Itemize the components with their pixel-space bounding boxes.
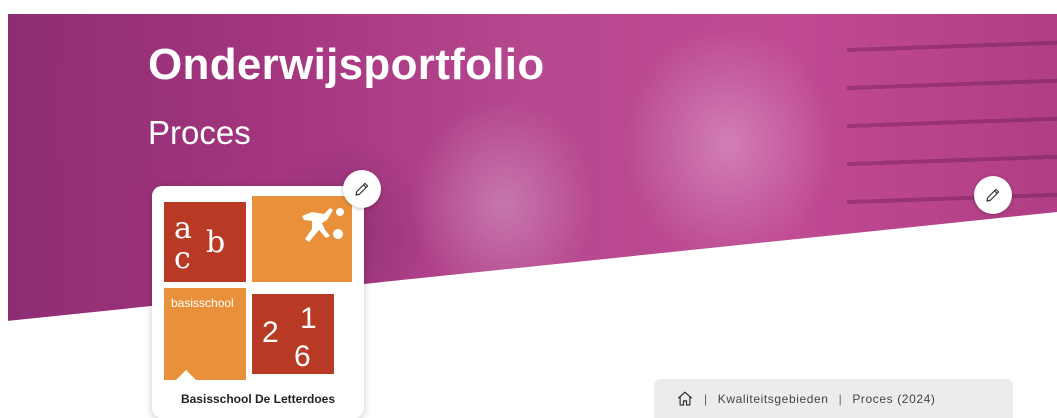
- logo-tile-orange-top: [252, 196, 352, 282]
- breadcrumb-item-proces[interactable]: Proces (2024): [852, 392, 935, 406]
- breadcrumb-separator: |: [704, 391, 708, 406]
- school-logo-card: a b c basisschool 2 1 6 Basisschool De L…: [152, 186, 364, 418]
- page-subtitle: Proces: [148, 114, 251, 151]
- school-logo: a b c basisschool 2 1 6: [164, 196, 352, 380]
- school-name: Basisschool De Letterdoes: [180, 392, 336, 406]
- home-icon: [677, 391, 693, 406]
- pencil-icon: [355, 182, 369, 196]
- logo-letter-b: b: [206, 225, 225, 260]
- pencil-icon: [986, 188, 1000, 202]
- breadcrumb-item-kwaliteitsgebieden[interactable]: Kwaliteitsgebieden: [718, 392, 829, 406]
- breadcrumb-separator: |: [838, 391, 843, 406]
- page-title: Onderwijsportfolio: [148, 40, 545, 89]
- logo-digit-6: 6: [294, 340, 311, 373]
- logo-digit-1: 1: [300, 302, 317, 335]
- logo-letter-c: c: [174, 241, 191, 276]
- edit-logo-button[interactable]: [343, 170, 381, 208]
- breadcrumb-home[interactable]: [676, 390, 694, 408]
- background-photo: [847, 14, 1057, 321]
- breadcrumb: | Kwaliteitsgebieden | Proces (2024): [654, 379, 1013, 418]
- logo-label: basisschool: [171, 296, 234, 310]
- edit-banner-button[interactable]: [974, 176, 1012, 214]
- logo-digit-2: 2: [262, 316, 279, 349]
